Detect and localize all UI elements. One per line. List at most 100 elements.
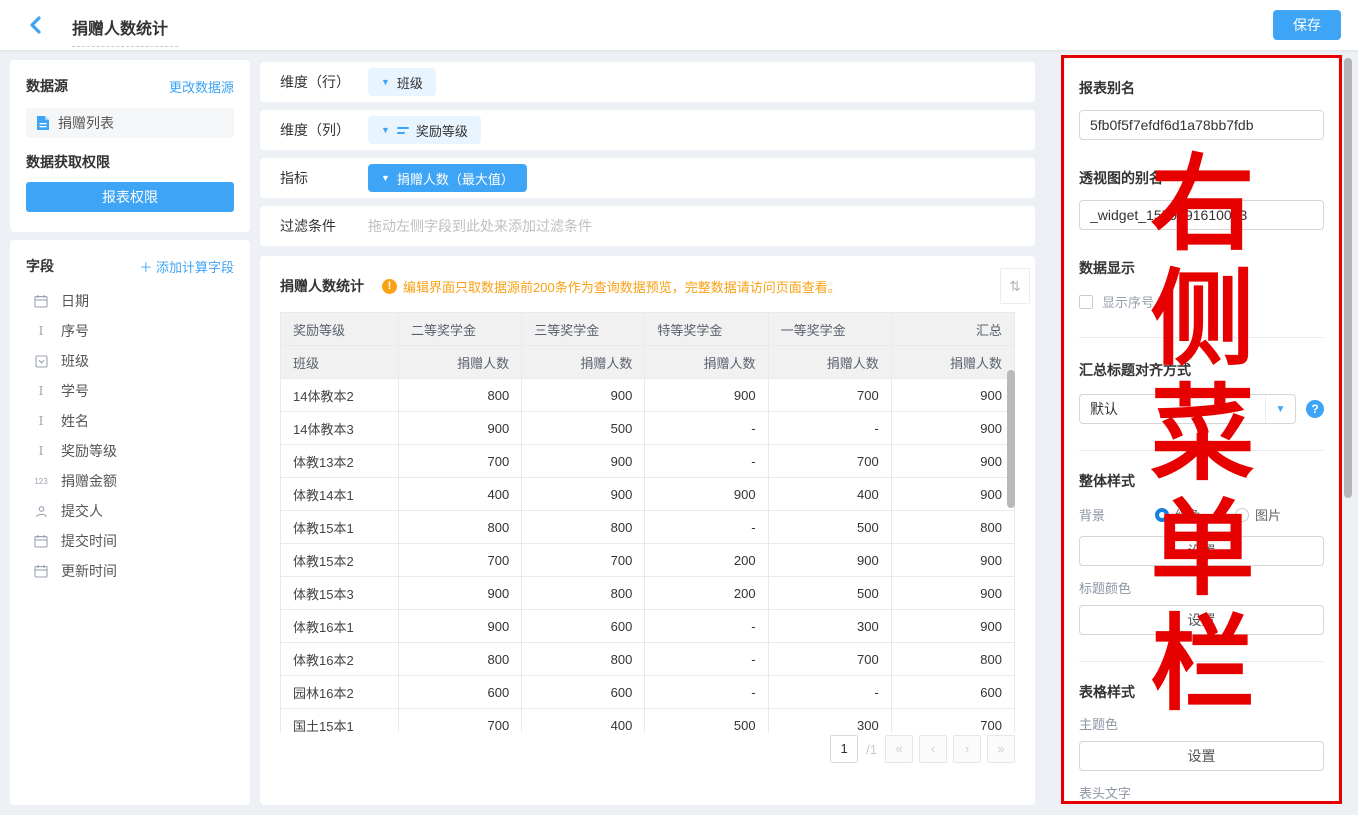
table-cell: 国土15本1 xyxy=(281,709,399,733)
metric-row: 指标 ▼ 捐赠人数（最大值） xyxy=(260,158,1035,198)
fields-list: 日期I序号班级I学号I姓名I奖励等级123捐赠金额提交人提交时间更新时间 xyxy=(26,286,234,586)
field-item[interactable]: 提交人 xyxy=(26,496,234,526)
top-bar: 捐赠人数统计 保存 xyxy=(0,0,1358,50)
table-cell: 800 xyxy=(522,577,645,610)
table-cell: 900 xyxy=(891,544,1014,577)
row-dimension-tag-label: 班级 xyxy=(397,73,423,92)
page-total: /1 xyxy=(866,742,877,757)
filter-row[interactable]: 过滤条件 拖动左侧字段到此处来添加过滤条件 xyxy=(260,206,1035,246)
table-cell: 体教16本1 xyxy=(281,610,399,643)
last-page-button[interactable]: » xyxy=(987,735,1015,763)
field-item[interactable]: 班级 xyxy=(26,346,234,376)
calendar-icon xyxy=(32,564,50,578)
table-row: 14体教本2800900900700900 xyxy=(281,379,1015,412)
table-cell: 900 xyxy=(522,379,645,412)
plus-icon: ＋ xyxy=(139,260,152,275)
metric-tag[interactable]: ▼ 捐赠人数（最大值） xyxy=(368,164,527,192)
field-label: 更新时间 xyxy=(61,561,117,581)
help-icon[interactable]: ? xyxy=(1306,400,1324,418)
settings-panel: 报表别名 透视图的别名 数据显示 显示序号 汇总标题对齐方式 默认 ▼ ? 整体… xyxy=(1065,58,1338,804)
table-row: 体教15本2700700200900900 xyxy=(281,544,1015,577)
summary-align-select[interactable]: 默认 ▼ xyxy=(1079,394,1296,424)
table-cell: - xyxy=(645,643,768,676)
field-label: 提交时间 xyxy=(61,531,117,551)
settings-scrollbar[interactable] xyxy=(1344,58,1352,498)
table-header-cell: 奖励等级 xyxy=(281,313,399,346)
report-alias-input[interactable] xyxy=(1079,110,1324,140)
table-cell: 800 xyxy=(891,643,1014,676)
table-cell: - xyxy=(645,445,768,478)
table-row: 国土15本1700400500300700 xyxy=(281,709,1015,733)
row-dimension-tag[interactable]: ▼ 班级 xyxy=(368,68,436,96)
col-dimension-tag[interactable]: ▼ 奖励等级 xyxy=(368,116,481,144)
field-item[interactable]: 提交时间 xyxy=(26,526,234,556)
table-row: 体教14本1400900900400900 xyxy=(281,478,1015,511)
table-header-cell: 一等奖学金 xyxy=(768,313,891,346)
table-row: 14体教本3900500--900 xyxy=(281,412,1015,445)
prev-page-button[interactable]: ‹ xyxy=(919,735,947,763)
select-icon xyxy=(32,355,50,368)
table-cell: 900 xyxy=(399,412,522,445)
field-item[interactable]: I学号 xyxy=(26,376,234,406)
preview-warning-text: 编辑界面只取数据源前200条作为查询数据预览，完整数据请访问页面查看。 xyxy=(403,277,841,296)
bg-color-option[interactable]: 纯色 xyxy=(1155,505,1201,524)
change-datasource-link[interactable]: 更改数据源 xyxy=(169,77,234,96)
field-label: 姓名 xyxy=(61,411,89,431)
number-icon: 123 xyxy=(32,477,50,486)
table-cell: 600 xyxy=(891,676,1014,709)
back-icon[interactable] xyxy=(26,15,46,35)
table-cell: 体教14本1 xyxy=(281,478,399,511)
field-item[interactable]: 日期 xyxy=(26,286,234,316)
field-item[interactable]: 更新时间 xyxy=(26,556,234,586)
table-cell: 800 xyxy=(522,511,645,544)
sort-desc-icon xyxy=(397,127,409,134)
table-cell: 800 xyxy=(522,643,645,676)
text-icon: I xyxy=(32,444,50,458)
show-index-checkbox[interactable] xyxy=(1079,295,1093,309)
table-cell: 900 xyxy=(891,577,1014,610)
calendar-icon xyxy=(32,294,50,308)
table-cell: 300 xyxy=(768,709,891,733)
divider xyxy=(1079,337,1324,338)
background-set-button[interactable]: 设置 xyxy=(1079,536,1324,566)
add-calc-field-link[interactable]: ＋ 添加计算字段 xyxy=(139,257,234,276)
table-cell: 300 xyxy=(768,610,891,643)
summary-align-label: 汇总标题对齐方式 xyxy=(1079,360,1324,380)
header-text-label: 表头文字 xyxy=(1079,783,1324,802)
divider xyxy=(1079,450,1324,451)
table-cell: 体教13本2 xyxy=(281,445,399,478)
current-page-box[interactable]: 1 xyxy=(830,735,858,763)
table-row: 体教16本1900600-300900 xyxy=(281,610,1015,643)
table-cell: 14体教本2 xyxy=(281,379,399,412)
field-item[interactable]: 123捐赠金额 xyxy=(26,466,234,496)
first-page-button[interactable]: « xyxy=(885,735,913,763)
field-item[interactable]: I奖励等级 xyxy=(26,436,234,466)
table-cell: 400 xyxy=(399,478,522,511)
report-permission-button[interactable]: 报表权限 xyxy=(26,182,234,212)
datasource-item[interactable]: 捐赠列表 xyxy=(26,108,234,138)
next-page-button[interactable]: › xyxy=(953,735,981,763)
preview-warning: ! 编辑界面只取数据源前200条作为查询数据预览，完整数据请访问页面查看。 xyxy=(382,277,841,296)
table-cell: 700 xyxy=(891,709,1014,733)
table-cell: - xyxy=(768,412,891,445)
radio-selected-icon xyxy=(1155,508,1169,522)
table-scrollbar[interactable] xyxy=(1007,370,1015,508)
field-item[interactable]: I序号 xyxy=(26,316,234,346)
table-cell: 700 xyxy=(768,379,891,412)
col-dimension-row: 维度（列） ▼ 奖励等级 xyxy=(260,110,1035,150)
table-cell: - xyxy=(645,412,768,445)
bg-image-option[interactable]: 图片 xyxy=(1235,505,1281,524)
field-item[interactable]: I姓名 xyxy=(26,406,234,436)
widget-alias-input[interactable] xyxy=(1079,200,1324,230)
text-icon: I xyxy=(32,324,50,338)
table-cell: 体教15本2 xyxy=(281,544,399,577)
table-cell: - xyxy=(768,676,891,709)
theme-color-set-button[interactable]: 设置 xyxy=(1079,741,1324,771)
table-cell: 体教16本2 xyxy=(281,643,399,676)
sort-toggle-button[interactable]: ⇅ xyxy=(1000,268,1030,304)
field-label: 班级 xyxy=(61,351,89,371)
table-cell: 900 xyxy=(645,379,768,412)
save-button[interactable]: 保存 xyxy=(1273,10,1341,40)
caret-down-icon: ▼ xyxy=(381,125,390,135)
title-color-set-button[interactable]: 设置 xyxy=(1079,605,1324,635)
